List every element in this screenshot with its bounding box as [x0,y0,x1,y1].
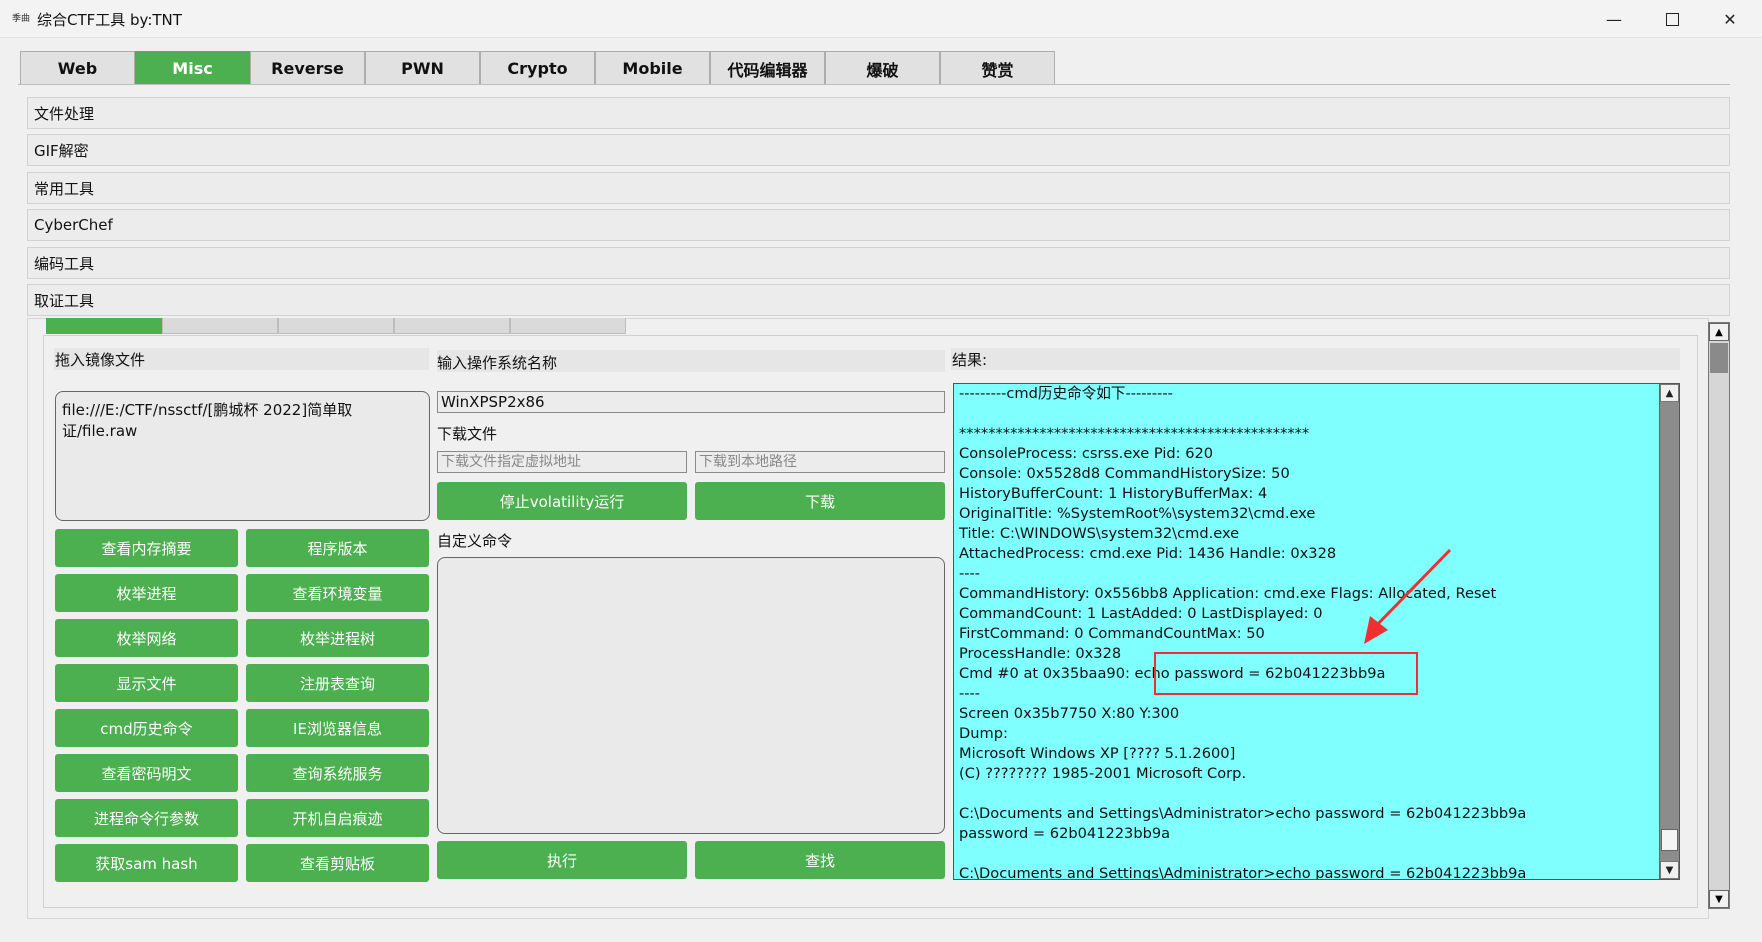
section-cyberchef[interactable]: CyberChef [27,209,1730,241]
subtab-3[interactable] [278,318,394,334]
show-files-button[interactable]: 显示文件 [55,664,238,702]
password-plaintext-button[interactable]: 查看密码明文 [55,754,238,792]
cmd-history-button[interactable]: cmd历史命令 [55,709,238,747]
process-tree-button[interactable]: 枚举进程树 [246,619,429,657]
search-button[interactable]: 查找 [695,841,945,879]
subtab-4[interactable] [394,318,510,334]
registry-query-button[interactable]: 注册表查询 [246,664,429,702]
section-common-tools[interactable]: 常用工具 [27,172,1730,204]
cmdline-args-button[interactable]: 进程命令行参数 [55,799,238,837]
tab-pwn[interactable]: PWN [365,51,480,85]
section-encoding-tools[interactable]: 编码工具 [27,247,1730,279]
tab-donate[interactable]: 赞赏 [940,51,1055,85]
section-gif-decrypt[interactable]: GIF解密 [27,134,1730,166]
program-version-button[interactable]: 程序版本 [246,529,429,567]
panel-scroll-down-icon[interactable]: ▼ [1709,890,1729,908]
result-output[interactable]: ---------cmd历史命令如下--------- ************… [953,383,1680,880]
ie-history-button[interactable]: IE浏览器信息 [246,709,429,747]
clipboard-button[interactable]: 查看剪贴板 [246,844,429,882]
custom-command-label: 自定义命令 [437,532,513,550]
tab-crypto[interactable]: Crypto [480,51,595,85]
local-path-input[interactable]: 下载到本地路径 [695,451,945,473]
virtual-address-input[interactable]: 下载文件指定虚拟地址 [437,451,687,473]
env-vars-button[interactable]: 查看环境变量 [246,574,429,612]
scroll-up-icon[interactable]: ▲ [1660,384,1679,402]
image-drop-area[interactable]: file:///E:/CTF/nssctf/[鹏城杯 2022]简单取证/fil… [55,391,430,521]
tab-bruteforce[interactable]: 爆破 [825,51,940,85]
password-highlight-box [1154,652,1418,695]
tab-code-editor[interactable]: 代码编辑器 [710,51,825,85]
tab-reverse[interactable]: Reverse [250,51,365,85]
tab-misc[interactable]: Misc [135,51,250,85]
panel-scrollbar[interactable]: ▲ ▼ [1708,322,1730,909]
minimize-icon: — [1606,9,1622,29]
sam-hash-button[interactable]: 获取sam hash [55,844,238,882]
maximize-button[interactable] [1643,0,1701,38]
section-forensics-tools[interactable]: 取证工具 [27,284,1730,316]
os-label: 输入操作系统名称 [437,354,558,372]
download-button[interactable]: 下载 [695,482,945,520]
subtab-1[interactable] [46,318,162,334]
memory-summary-button[interactable]: 查看内存摘要 [55,529,238,567]
panel-scroll-up-icon[interactable]: ▲ [1709,323,1729,341]
tab-divider [18,84,1730,85]
main-tabs: Web Misc Reverse PWN Crypto Mobile 代码编辑器… [20,51,1055,85]
result-text: ---------cmd历史命令如下--------- ************… [959,385,1527,880]
image-label: 拖入镜像文件 [55,351,146,369]
window-title: 综合CTF工具 by:TNT [37,11,182,29]
enum-process-button[interactable]: 枚举进程 [55,574,238,612]
section-file-processing[interactable]: 文件处理 [27,97,1730,129]
close-icon: ✕ [1723,9,1737,29]
enum-network-button[interactable]: 枚举网络 [55,619,238,657]
custom-command-input[interactable] [437,557,945,834]
subtab-5[interactable] [510,318,626,334]
annotation-arrow-icon [1364,548,1452,644]
maximize-icon [1665,12,1679,26]
os-name-input[interactable]: WinXPSP2x86 [437,391,945,413]
minimize-button[interactable]: — [1585,0,1643,38]
execute-button[interactable]: 执行 [437,841,687,879]
result-scrollbar[interactable]: ▲ ▼ [1659,384,1679,879]
scroll-down-icon[interactable]: ▼ [1660,861,1679,879]
forensics-subtabs [46,318,626,334]
close-button[interactable]: ✕ [1701,0,1759,38]
panel-scroll-thumb[interactable] [1710,343,1728,373]
autorun-traces-button[interactable]: 开机自启痕迹 [246,799,429,837]
system-services-button[interactable]: 查询系统服务 [246,754,429,792]
title-bar: 季曲 综合CTF工具 by:TNT — ✕ [0,0,1762,38]
download-label: 下载文件 [437,425,498,443]
tab-mobile[interactable]: Mobile [595,51,710,85]
app-icon: 季曲 [12,14,31,24]
result-label: 结果: [952,351,988,369]
result-scroll-thumb[interactable] [1661,829,1678,851]
stop-volatility-button[interactable]: 停止volatility运行 [437,482,687,520]
app-window: 季曲 综合CTF工具 by:TNT — ✕ Web Misc Reverse P… [0,0,1762,942]
subtab-2[interactable] [162,318,278,334]
tab-web[interactable]: Web [20,51,135,85]
result-label-bar [951,348,1680,370]
